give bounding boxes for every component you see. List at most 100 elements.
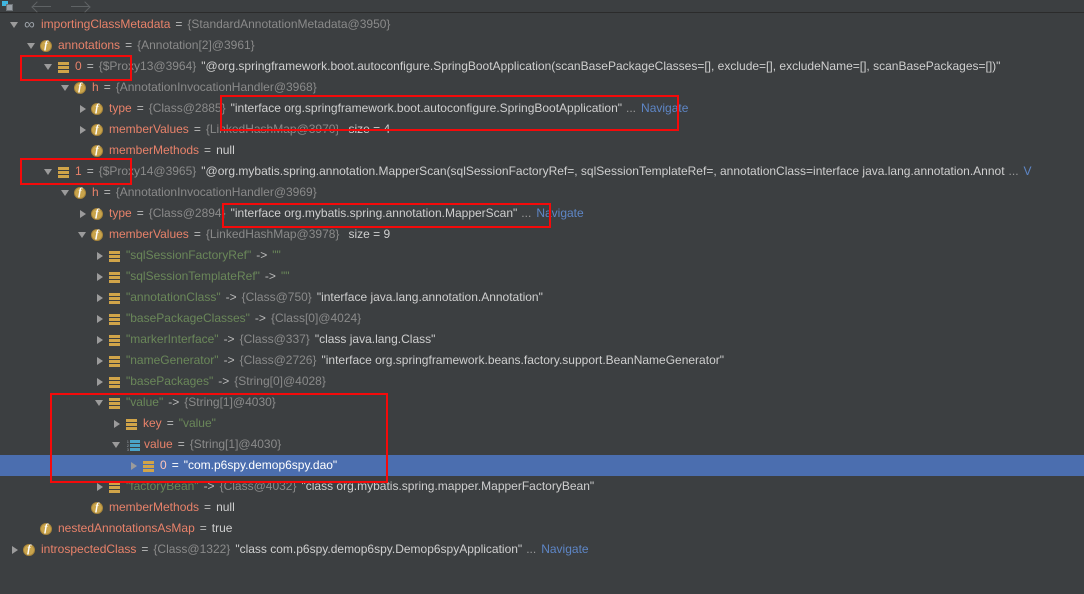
tree-row-importingClassMetadata[interactable]: importingClassMetadata = {StandardAnnotati…: [0, 14, 1084, 35]
tree-row-annotations-1[interactable]: 1 = {$Proxy14@3965} "@org.mybatis.spring.an…: [0, 161, 1084, 182]
variable-name: memberValues: [109, 122, 189, 136]
entry-icon: [107, 269, 122, 284]
chevron-down-icon[interactable]: [8, 14, 22, 35]
chevron-down-icon[interactable]: [93, 392, 107, 413]
chevron-right-icon[interactable]: [8, 539, 22, 560]
variable-name: 0: [160, 458, 167, 472]
map-key: "factoryBean": [126, 479, 199, 493]
tree-row-sqlSessionTemplateRef[interactable]: "sqlSessionTemplateRef" -> "": [0, 266, 1084, 287]
tree-row-factoryBean[interactable]: "factoryBean" -> {Class@4032} "class org.my…: [0, 476, 1084, 497]
toggle-placeholder: [76, 140, 90, 161]
navigate-forward-icon[interactable]: [69, 0, 91, 13]
tree-row-memberValues-3978[interactable]: memberValues = {LinkedHashMap@3978} size = …: [0, 224, 1084, 245]
chevron-right-icon[interactable]: [93, 371, 107, 392]
equals-operator: =: [103, 80, 111, 94]
object-reference: {AnnotationInvocationHandler@3968}: [115, 80, 317, 94]
navigate-link[interactable]: V: [1024, 161, 1032, 182]
tree-row-h-3969[interactable]: h = {AnnotationInvocationHandler@3969}: [0, 182, 1084, 203]
chevron-right-icon[interactable]: [93, 350, 107, 371]
chevron-right-icon[interactable]: [93, 329, 107, 350]
equals-operator: =: [193, 227, 201, 241]
tree-row-nestedAnnotationsAsMap[interactable]: nestedAnnotationsAsMap = true: [0, 518, 1084, 539]
tree-row-type-2894[interactable]: type = {Class@2894} "interface org.mybatis.…: [0, 203, 1084, 224]
tree-row-content: 0 = {$Proxy13@3964} "@org.springframework.b…: [0, 56, 1084, 77]
tree-row-value-key[interactable]: key = "value": [0, 413, 1084, 434]
variable-value: "interface org.mybatis.spring.annotation…: [230, 206, 518, 220]
object-reference: {Class[0]@4024}: [270, 311, 362, 325]
chevron-down-icon[interactable]: [76, 224, 90, 245]
chevron-down-icon[interactable]: [42, 56, 56, 77]
object-reference: {LinkedHashMap@3978}: [205, 227, 340, 241]
chevron-down-icon[interactable]: [42, 161, 56, 182]
variable-name: type: [109, 101, 132, 115]
equals-operator: =: [136, 206, 144, 220]
field-icon: [90, 122, 105, 137]
chevron-right-icon[interactable]: [110, 413, 124, 434]
chevron-down-icon[interactable]: [59, 77, 73, 98]
chevron-right-icon[interactable]: [76, 203, 90, 224]
tree-row-memberValues-3970[interactable]: memberValues = {LinkedHashMap@3970} size = …: [0, 119, 1084, 140]
variable-name: type: [109, 206, 132, 220]
tree-row-introspectedClass[interactable]: introspectedClass = {Class@1322} "class com…: [0, 539, 1084, 560]
field-icon: [22, 542, 37, 557]
tree-row-sqlSessionFactoryRef[interactable]: "sqlSessionFactoryRef" -> "": [0, 245, 1084, 266]
variable-value: "interface java.lang.annotation.Annotati…: [316, 290, 543, 304]
tree-row-memberMethods-null-1[interactable]: memberMethods = null: [0, 140, 1084, 161]
chevron-right-icon[interactable]: [93, 245, 107, 266]
tree-row-basePackageClasses[interactable]: "basePackageClasses" -> {Class[0]@4024}: [0, 308, 1084, 329]
variable-value: "": [272, 248, 281, 262]
variables-tree[interactable]: importingClassMetadata = {StandardAnnotati…: [0, 14, 1084, 594]
tree-row-nameGenerator[interactable]: "nameGenerator" -> {Class@2726} "interface …: [0, 350, 1084, 371]
chevron-right-icon[interactable]: [93, 287, 107, 308]
navigate-back-icon[interactable]: [31, 0, 53, 13]
chevron-right-icon[interactable]: [93, 476, 107, 497]
tree-row-value-value-0[interactable]: 0 = "com.p6spy.demop6spy.dao": [0, 455, 1084, 476]
chevron-right-icon[interactable]: [127, 455, 141, 476]
tree-row-annotationClass[interactable]: "annotationClass" -> {Class@750} "interface…: [0, 287, 1084, 308]
field-icon: [90, 206, 105, 221]
field-icon: [90, 143, 105, 158]
tree-row-basePackages[interactable]: "basePackages" -> {String[0]@4028}: [0, 371, 1084, 392]
entry-icon: [124, 416, 139, 431]
tree-row-content: memberValues = {LinkedHashMap@3978} size = …: [0, 224, 1084, 245]
tree-row-markerInterface[interactable]: "markerInterface" -> {Class@337} "class jav…: [0, 329, 1084, 350]
tree-row-value-entry[interactable]: "value" -> {String[1]@4030}: [0, 392, 1084, 413]
variable-name: h: [92, 185, 99, 199]
watch-variable-icon[interactable]: [2, 0, 15, 12]
tree-row-annotations-0[interactable]: 0 = {$Proxy13@3964} "@org.springframework.b…: [0, 56, 1084, 77]
object-reference: {AnnotationInvocationHandler@3969}: [115, 185, 317, 199]
navigate-link[interactable]: Navigate: [536, 203, 583, 224]
chevron-down-icon[interactable]: [110, 434, 124, 455]
chevron-right-icon[interactable]: [76, 119, 90, 140]
tree-row-content: "factoryBean" -> {Class@4032} "class org.my…: [0, 476, 1084, 497]
equals-operator: =: [177, 437, 185, 451]
chevron-right-icon[interactable]: [93, 266, 107, 287]
navigate-link[interactable]: Navigate: [541, 539, 588, 560]
tree-row-content: "value" -> {String[1]@4030}: [0, 392, 1084, 413]
tree-row-memberMethods-null-2[interactable]: memberMethods = null: [0, 497, 1084, 518]
tree-row-type-2885[interactable]: type = {Class@2885} "interface org.springfr…: [0, 98, 1084, 119]
tree-row-value-value[interactable]: 1 2 3 value = {String[1]@4030}: [0, 434, 1084, 455]
object-reference: {Class@337}: [239, 332, 310, 346]
map-key: "sqlSessionFactoryRef": [126, 248, 252, 262]
tree-row-annotations[interactable]: annotations = {Annotation[2]@3961}: [0, 35, 1084, 56]
chevron-down-icon[interactable]: [59, 182, 73, 203]
truncation-ellipsis: ...: [526, 542, 537, 556]
arrow-operator: ->: [223, 332, 235, 346]
chevron-right-icon[interactable]: [76, 98, 90, 119]
chevron-right-icon[interactable]: [93, 308, 107, 329]
variable-name: value: [144, 437, 173, 451]
tree-row-h-3968[interactable]: h = {AnnotationInvocationHandler@3968}: [0, 77, 1084, 98]
navigate-link[interactable]: Navigate: [641, 98, 688, 119]
chevron-down-icon[interactable]: [25, 35, 39, 56]
map-key: "markerInterface": [126, 332, 219, 346]
